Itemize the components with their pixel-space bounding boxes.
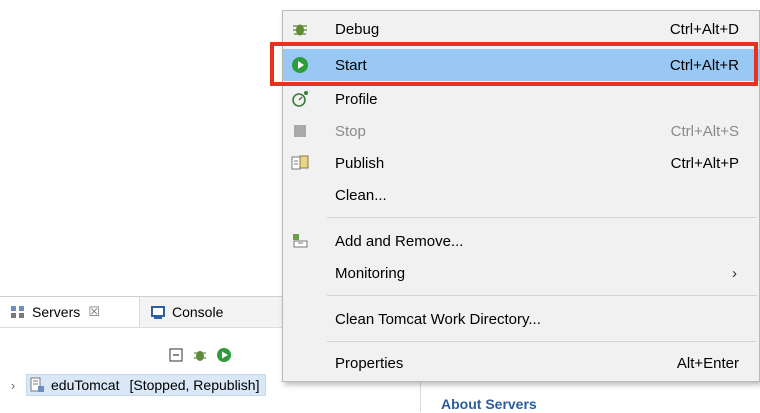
menu-item-label: Clean... [335,186,387,204]
servers-toolbar [168,345,232,365]
tomcat-server-icon [30,377,44,392]
server-row-selection[interactable]: eduTomcat [Stopped, Republish] [26,374,267,396]
menu-item-label: Debug [335,20,380,38]
tab-console[interactable]: Console [140,297,270,327]
menu-item-label: Profile [335,90,378,108]
menu-item-label: Clean Tomcat Work Directory... [335,310,541,328]
menu-item-add-remove[interactable]: Add and Remove... [283,225,759,257]
menu-item-shortcut: Alt+Enter [676,354,739,372]
menu-item-label: Stop [335,122,366,140]
menu-item-label: Properties [335,354,404,372]
menu-separator [327,295,757,296]
menu-item-shortcut: Ctrl+Alt+R [669,56,739,74]
add-remove-icon [291,232,309,250]
console-icon [151,306,165,319]
menu-item-label: Publish [335,154,385,172]
tab-servers[interactable]: Servers ☒ [0,297,140,327]
submenu-arrow-icon: › [732,264,737,282]
server-row[interactable]: › eduTomcat [Stopped, Republish] [0,373,300,397]
stop-icon [291,122,309,140]
collapse-all-icon[interactable] [168,347,184,363]
start-run-icon [291,56,309,74]
menu-item-shortcut: Ctrl+Alt+D [669,20,739,38]
info-panel: About Servers [420,382,760,412]
profile-icon [291,90,309,108]
publish-icon [291,154,309,172]
servers-icon [11,306,24,318]
menu-separator [327,217,757,218]
menu-item-label: Start [335,56,367,74]
menu-item-publish[interactable]: Publish Ctrl+Alt+P [283,147,759,179]
menu-item-label: Monitoring [335,264,406,282]
debug-bug-icon[interactable] [192,347,208,363]
context-menu: Debug Ctrl+Alt+D Start Ctrl+Alt+R Profil… [282,10,760,382]
expand-chevron-icon[interactable]: › [0,378,26,393]
menu-item-start[interactable]: Start Ctrl+Alt+R [283,49,759,81]
menu-item-monitoring[interactable]: Monitoring › [283,257,759,289]
menu-item-shortcut: Ctrl+Alt+P [670,154,739,172]
menu-item-debug[interactable]: Debug Ctrl+Alt+D [283,13,759,45]
servers-view: Servers ☒ Console › eduTomcat [Stopped, … [0,296,300,413]
menu-item-stop[interactable]: Stop Ctrl+Alt+S [283,115,759,147]
menu-item-properties[interactable]: Properties Alt+Enter [283,347,759,379]
debug-bug-icon [291,20,309,38]
server-name: eduTomcat [51,377,120,393]
menu-item-clean-work-dir[interactable]: Clean Tomcat Work Directory... [283,303,759,335]
start-run-icon[interactable] [216,347,232,363]
about-servers-heading: About Servers [441,396,537,412]
menu-item-shortcut: Ctrl+Alt+S [670,122,739,140]
menu-item-clean[interactable]: Clean... [283,179,759,211]
view-tab-bar: Servers ☒ Console [0,297,300,328]
menu-separator [327,341,757,342]
tab-console-label: Console [172,304,224,320]
server-status: [Stopped, Republish] [129,377,260,393]
menu-item-label: Add and Remove... [335,232,464,250]
menu-item-profile[interactable]: Profile [283,83,759,115]
close-tab-icon[interactable]: ☒ [88,304,100,320]
tab-servers-label: Servers [32,304,81,320]
